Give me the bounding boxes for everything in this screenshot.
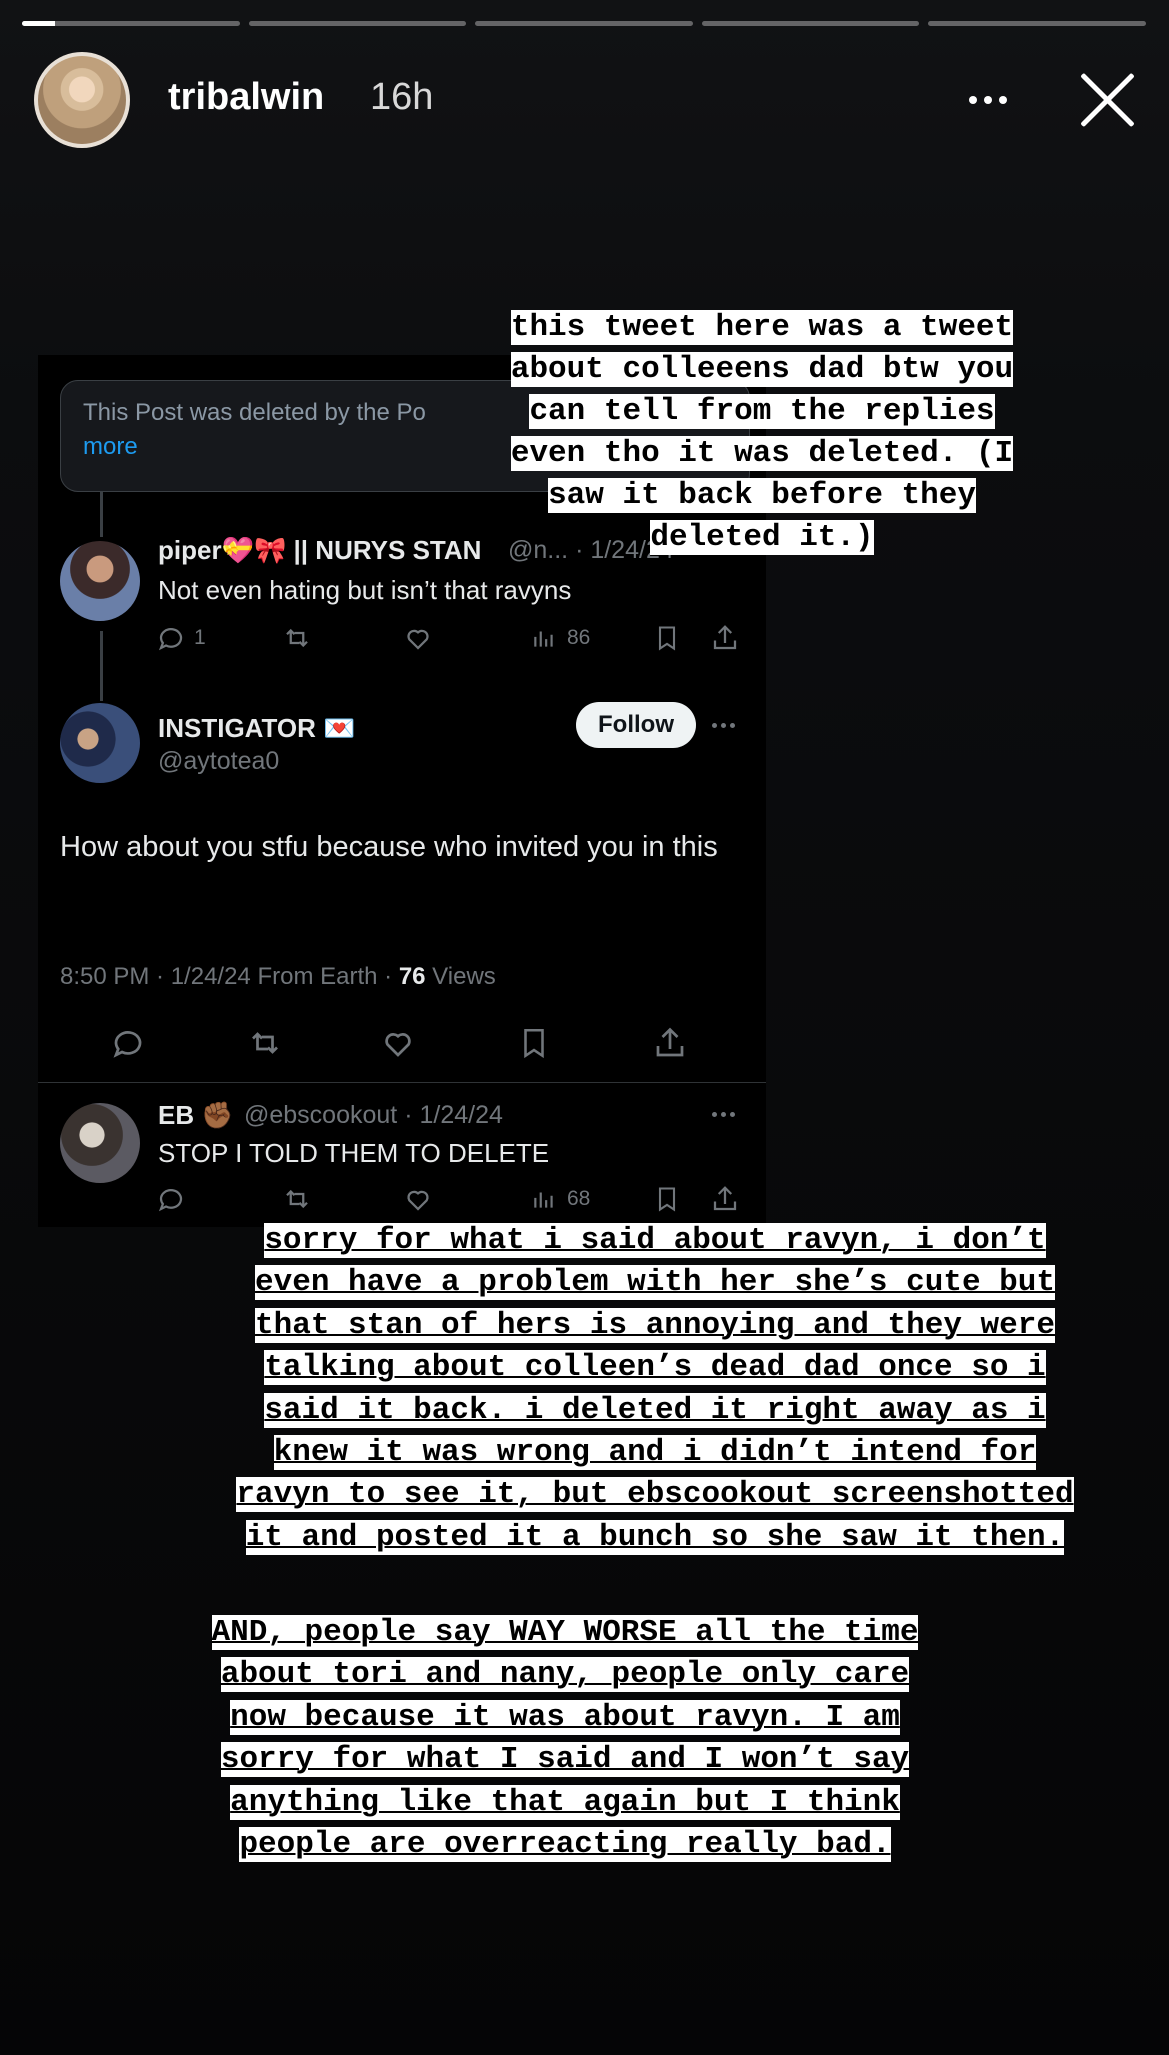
story-progress-bars (22, 21, 1146, 26)
reply-author-name: EB ✊🏾 (158, 1100, 234, 1130)
more-icon (712, 1112, 735, 1117)
caption-line: knew it was wrong and i didn’t intend fo… (273, 1435, 1037, 1471)
views-icon: 86 (531, 623, 590, 653)
caption-line: about tori and nany, people only care (220, 1657, 910, 1693)
caption-line: anything like that again but I think (230, 1784, 900, 1820)
share-icon (710, 623, 740, 653)
divider (38, 1082, 766, 1083)
like-icon (403, 1184, 433, 1214)
caption-line: even have a problem with her she’s cute … (255, 1265, 1055, 1301)
author-name: INSTIGATOR 💌 (158, 713, 356, 743)
reply-author-name: piper💝🎀 || NURYS STAN (158, 535, 482, 565)
caption-middle: sorry for what i said about ravyn, i don… (140, 1220, 1169, 1559)
bookmark-icon (653, 1184, 681, 1214)
caption-line: it and posted it a bunch so she saw it t… (245, 1519, 1065, 1555)
story-username[interactable]: tribalwin (168, 76, 324, 119)
reply-text: STOP I TOLD THEM TO DELETE (158, 1138, 550, 1168)
caption-line: that stan of hers is annoying and they w… (255, 1307, 1055, 1343)
reply-icon (110, 1025, 146, 1061)
tweet-meta: 8:50 PM · 1/24/24 From Earth · 76 Views (60, 963, 496, 991)
tweet-timestamp: 8:50 PM · 1/24/24 From Earth · (60, 963, 399, 990)
reply-avatar (60, 1103, 140, 1183)
views-count: 68 (567, 1187, 591, 1210)
caption-bottom: AND, people say WAY WORSE all the time a… (130, 1612, 1000, 1866)
author-handle: @aytotea0 (158, 747, 280, 775)
tweet-views-label: Views (425, 963, 496, 990)
thread-line (100, 631, 103, 701)
caption-line: people are overreacting really bad. (239, 1827, 891, 1863)
caption-line: now because it was about ravyn. I am (230, 1699, 900, 1735)
reply-button: 1 (156, 623, 206, 653)
bookmark-icon (653, 623, 681, 653)
retweet-icon (281, 623, 313, 653)
caption-line: sorry for what I said and I won’t say (220, 1742, 910, 1778)
close-icon[interactable] (1075, 68, 1139, 132)
like-icon (380, 1025, 416, 1061)
story-viewer[interactable]: tribalwin 16h This Post was deleted by t… (0, 0, 1169, 2055)
progress-segment (701, 21, 920, 26)
follow-button: Follow (576, 702, 696, 748)
avatar-image (38, 56, 126, 144)
tweet-views-count: 76 (398, 963, 426, 990)
caption-line: sorry for what i said about ravyn, i don… (264, 1223, 1046, 1258)
caption-line: even tho it was deleted. (I (510, 436, 1014, 471)
progress-segment (248, 21, 467, 26)
views-count: 86 (567, 626, 591, 649)
caption-line: saw it back before they (548, 478, 976, 513)
more-icon[interactable] (958, 80, 1018, 120)
reply-icon (158, 628, 183, 651)
story-timestamp: 16h (370, 76, 434, 118)
author-avatar (60, 703, 140, 783)
retweet-icon (246, 1025, 284, 1061)
caption-line: deleted it.) (650, 520, 874, 555)
share-icon (710, 1184, 740, 1214)
reply-icon (156, 1184, 186, 1214)
reply-avatar (60, 541, 140, 621)
reply-text: Not even hating but isn’t that ravyns (158, 575, 572, 605)
like-icon (403, 623, 433, 653)
progress-segment (22, 21, 240, 26)
caption-line: about colleeens dad btw you (510, 352, 1014, 387)
retweet-icon (281, 1184, 313, 1214)
progress-segment (928, 21, 1146, 26)
more-icon (712, 723, 735, 728)
bookmark-icon (517, 1025, 551, 1061)
caption-line: this tweet here was a tweet (510, 310, 1014, 345)
caption-line: AND, people say WAY WORSE all the time (211, 1615, 919, 1650)
reply-count: 1 (194, 626, 206, 649)
thread-line (100, 492, 103, 537)
caption-line: said it back. i deleted it right away as… (264, 1392, 1046, 1428)
tweet-text: How about you stfu because who invited y… (60, 831, 718, 863)
reply-handle: @ebscookout · 1/24/24 (244, 1101, 503, 1129)
caption-top: this tweet here was a tweet about collee… (452, 307, 1072, 559)
share-icon (652, 1025, 688, 1061)
caption-line: talking about colleen’s dead dad once so… (264, 1350, 1046, 1386)
caption-line: ravyn to see it, but ebscookout screensh… (236, 1477, 1074, 1513)
views-icon: 68 (531, 1184, 590, 1214)
caption-line: can tell from the replies (529, 394, 995, 429)
progress-segment (475, 21, 693, 26)
profile-avatar[interactable] (34, 52, 130, 148)
